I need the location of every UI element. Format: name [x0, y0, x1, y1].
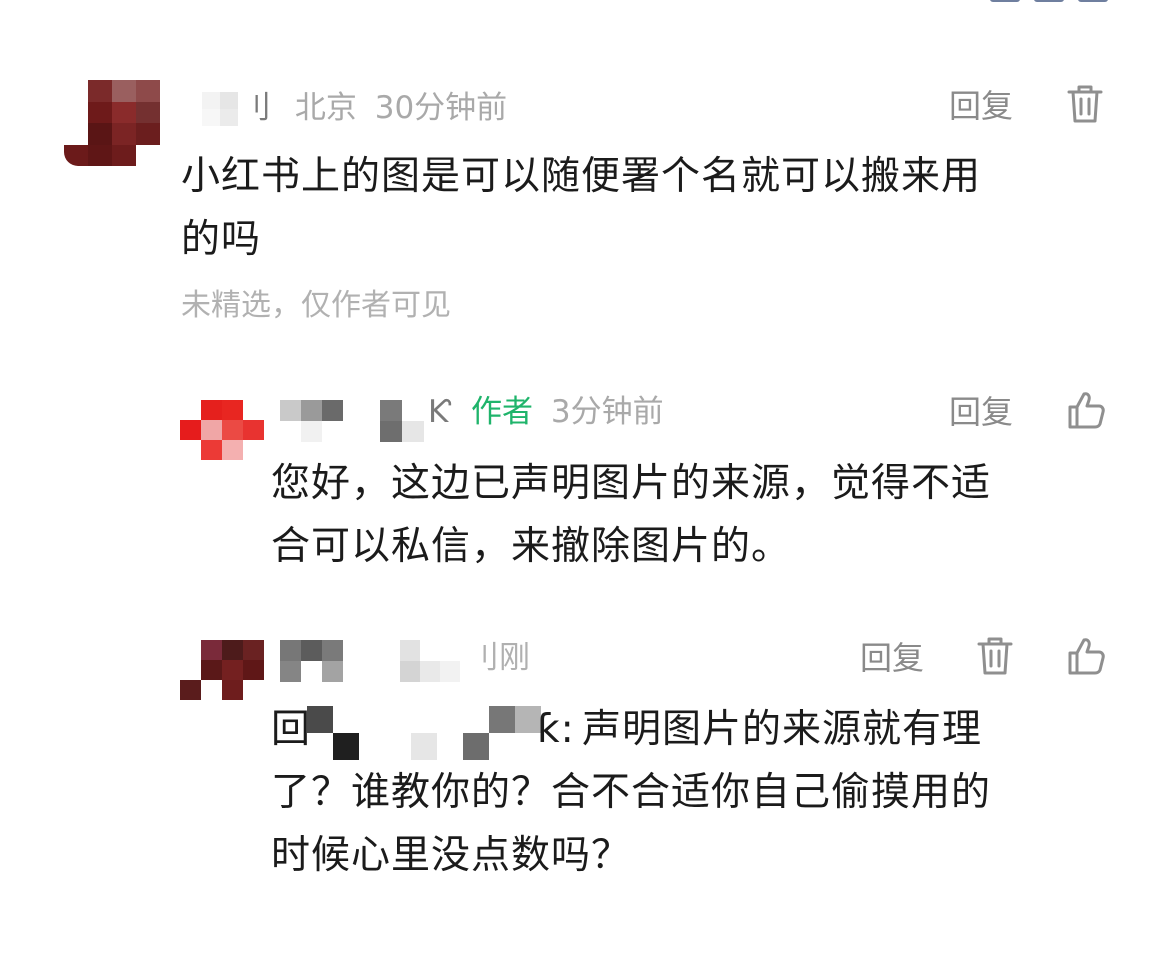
comment-text: 您好，这边已声明图片的来源，觉得不适 合可以私信，来撤除图片的。 [271, 452, 1131, 578]
username-fragment: Ƙ [428, 394, 452, 430]
thumbs-up-icon[interactable] [1066, 390, 1106, 430]
reply-item: Ƙ 作者 3分钟前 回复 您好，这边已声明图片的来源，觉得不适 合可以私信，来撤… [0, 360, 1170, 580]
username-redacted[interactable] [280, 640, 344, 682]
reply-button[interactable]: 回复 [949, 86, 1013, 126]
comment-line: 了？谁教你的？合不合适你自己偷摸用的 [271, 770, 992, 815]
comment-line: 您好，这边已声明图片的来源，觉得不适 [271, 461, 992, 506]
username-redacted[interactable] [400, 640, 460, 682]
reply-prefix: 回 [271, 707, 312, 752]
reply-button[interactable]: 回复 [949, 392, 1013, 432]
comment-meta: 刂 北京 30分钟前 [240, 88, 507, 128]
username-redacted[interactable] [380, 400, 424, 442]
username-redacted[interactable] [280, 400, 344, 442]
quoted-username-redacted [307, 706, 541, 760]
comment-line-text: 声明图片的来源就有理 [582, 707, 983, 752]
avatar[interactable] [64, 80, 160, 166]
comment-line: 的吗 [181, 217, 262, 262]
avatar[interactable] [180, 640, 264, 700]
reply-item: 刂刚 回复 回 ƙ: 声明图片的来源就有理 了？谁教你的？合不合适你自己偷摸用的… [0, 610, 1170, 910]
avatar[interactable] [180, 400, 264, 460]
comment-line: 回 ƙ: 声明图片的来源就有理 [271, 698, 1151, 761]
timestamp: 30分钟前 [374, 90, 508, 126]
username-redacted[interactable] [202, 92, 238, 126]
comment-line: 时候心里没点数吗？ [271, 833, 632, 878]
comment-status: 未精选，仅作者可见 [181, 288, 451, 323]
comment-line: 合可以私信，来撤除图片的。 [271, 524, 792, 569]
comment-text: 小红书上的图是可以随便署个名就可以搬来用 的吗 [181, 145, 1121, 271]
trash-icon[interactable] [976, 636, 1014, 676]
quote-tail: ƙ: [537, 707, 575, 752]
reply-button[interactable]: 回复 [860, 638, 924, 678]
timestamp: 3分钟前 [550, 394, 664, 430]
comment-line: 小红书上的图是可以随便署个名就可以搬来用 [181, 154, 982, 199]
timestamp-fragment: 刂刚 [468, 640, 530, 676]
trash-icon[interactable] [1066, 84, 1104, 124]
comment-item: 刂 北京 30分钟前 回复 小红书上的图是可以随便署个名就可以搬来用 的吗 未精… [0, 0, 1170, 340]
comment-text: 回 ƙ: 声明图片的来源就有理 了？谁教你的？合不合适你自己偷摸用的 时候心里没… [271, 698, 1151, 887]
comment-meta: Ƙ 作者 3分钟前 [428, 392, 664, 432]
thumbs-up-icon[interactable] [1066, 636, 1106, 676]
username-fragment: 刂 [240, 90, 271, 126]
location: 北京 [294, 90, 357, 126]
author-badge: 作者 [470, 394, 533, 430]
